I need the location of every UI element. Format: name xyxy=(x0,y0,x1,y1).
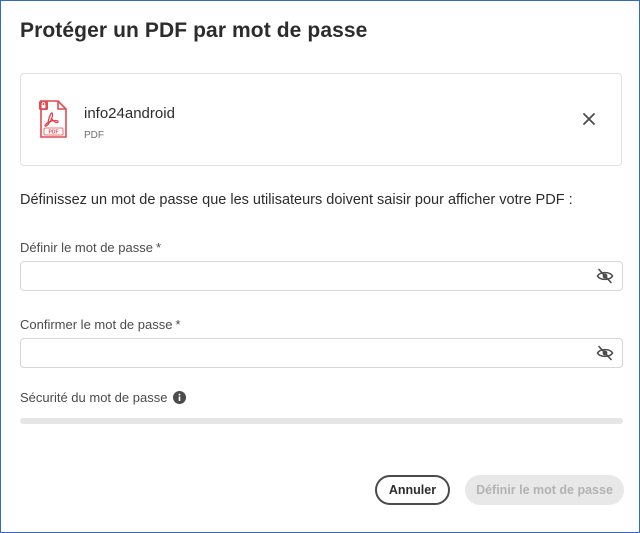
password-strength-meter xyxy=(20,418,623,424)
file-name: info24android xyxy=(84,105,175,122)
file-type: PDF xyxy=(84,130,104,141)
eye-off-icon[interactable] xyxy=(596,345,614,361)
confirm-password-field xyxy=(20,338,623,368)
confirm-password-input[interactable] xyxy=(29,340,593,368)
password-protect-dialog: Protéger un PDF par mot de passe PDF inf… xyxy=(0,0,640,533)
required-asterisk: * xyxy=(175,317,181,332)
password-strength-label: Sécurité du mot de passe xyxy=(20,390,168,405)
eye-off-icon[interactable] xyxy=(596,268,614,284)
set-password-label: Définir le mot de passe * xyxy=(20,240,162,255)
set-password-button[interactable]: Définir le mot de passe xyxy=(465,475,624,505)
instruction-text: Définissez un mot de passe que les utili… xyxy=(20,192,573,208)
required-asterisk: * xyxy=(155,240,162,255)
info-icon[interactable] xyxy=(173,391,186,404)
svg-text:PDF: PDF xyxy=(49,130,59,136)
cancel-button[interactable]: Annuler xyxy=(375,475,450,505)
file-card: PDF info24android PDF xyxy=(20,73,622,166)
set-password-field xyxy=(20,261,623,291)
remove-file-close-icon[interactable] xyxy=(581,111,597,127)
confirm-password-label: Confirmer le mot de passe * xyxy=(20,317,181,332)
dialog-title: Protéger un PDF par mot de passe xyxy=(20,19,368,42)
set-password-input[interactable] xyxy=(29,263,593,291)
pdf-file-icon: PDF xyxy=(39,100,67,138)
